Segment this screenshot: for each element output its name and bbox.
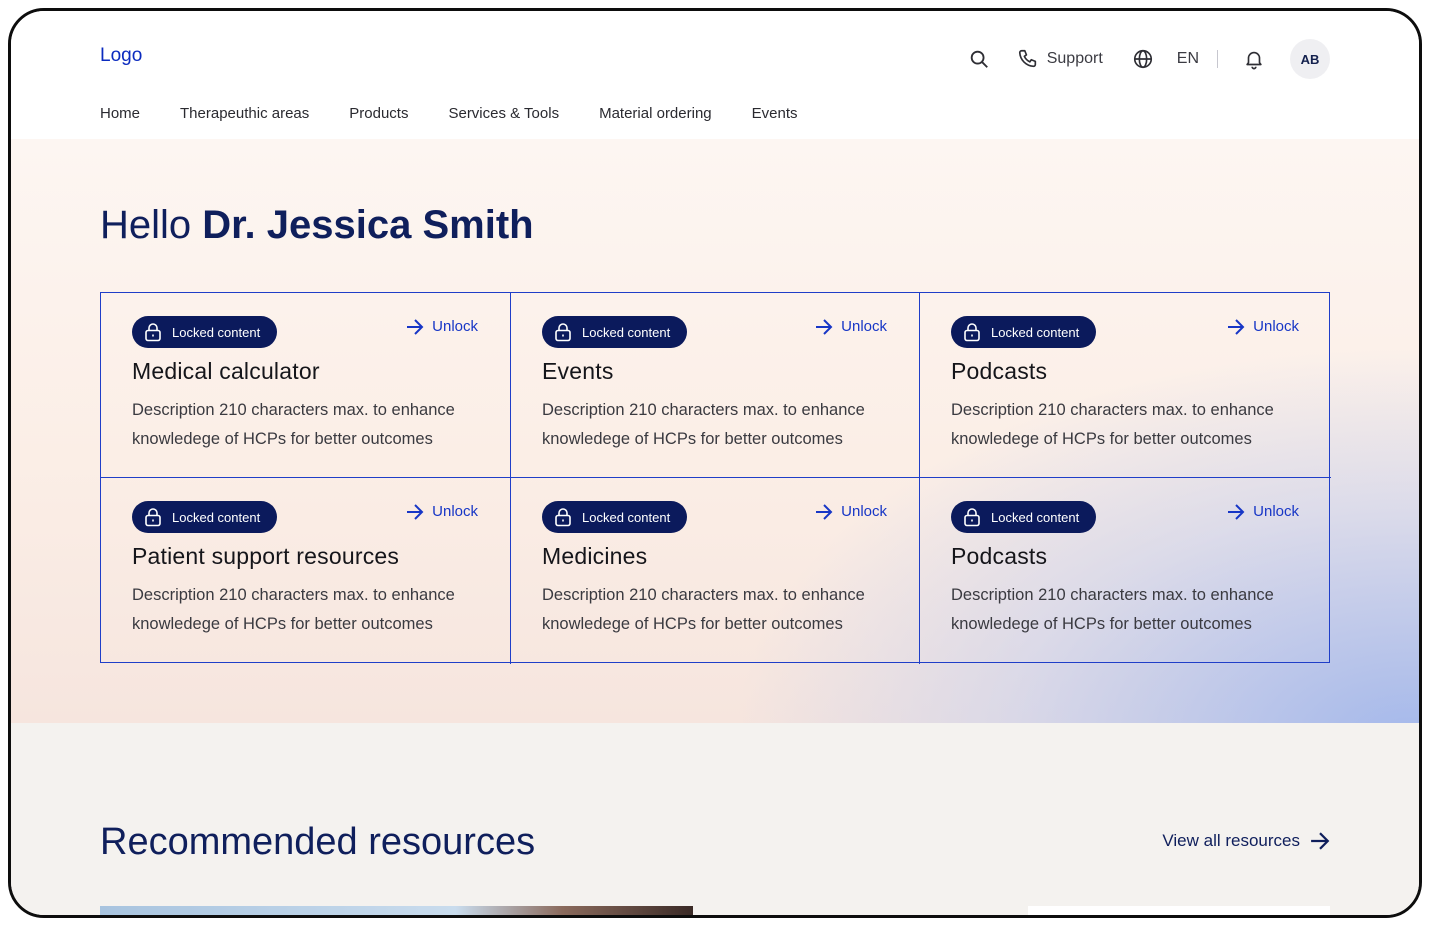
browser-frame: Logo Support EN AB Home Therapeuthic are…	[8, 8, 1422, 918]
lock-icon	[555, 323, 571, 342]
arrow-right-icon	[407, 503, 424, 520]
unlock-label: Unlock	[1253, 318, 1299, 335]
locked-content-grid: Locked content Unlock Medical calculator…	[100, 292, 1331, 664]
unlock-link[interactable]: Unlock	[815, 318, 887, 335]
nav-item-therapeutic-areas[interactable]: Therapeuthic areas	[180, 105, 309, 122]
content-card: Locked content Unlock Patient support re…	[101, 478, 511, 664]
main-nav: Home Therapeuthic areas Products Service…	[100, 105, 798, 122]
site-header: Logo Support EN AB Home Therapeuthic are…	[11, 11, 1419, 139]
locked-badge-label: Locked content	[172, 324, 261, 340]
logo-link[interactable]: Logo	[100, 45, 142, 67]
language-selector[interactable]: EN	[1177, 50, 1199, 68]
arrow-right-icon	[816, 503, 833, 520]
unlock-link[interactable]: Unlock	[1227, 503, 1299, 520]
resource-card-image[interactable]	[1028, 906, 1330, 915]
locked-badge: Locked content	[132, 501, 278, 533]
content-card: Locked content Unlock Podcasts Descripti…	[920, 293, 1331, 478]
lock-icon	[145, 508, 161, 527]
unlock-label: Unlock	[841, 503, 887, 520]
arrow-right-icon	[407, 318, 424, 335]
card-title: Medicines	[542, 543, 648, 569]
support-label: Support	[1046, 50, 1103, 67]
nav-item-events[interactable]: Events	[752, 105, 798, 122]
unlock-link[interactable]: Unlock	[406, 318, 478, 335]
arrow-right-icon	[1311, 832, 1330, 850]
recommended-section: Recommended resources View all resources	[11, 723, 1419, 915]
bell-icon	[1246, 51, 1262, 70]
card-description: Description 210 characters max. to enhan…	[951, 401, 1274, 448]
unlock-link[interactable]: Unlock	[815, 503, 887, 520]
language-globe-button[interactable]	[1125, 41, 1161, 77]
search-button[interactable]	[961, 41, 997, 77]
recommended-title: Recommended resources	[100, 821, 536, 863]
lock-icon	[964, 323, 980, 342]
nav-item-products[interactable]: Products	[349, 105, 408, 122]
locked-badge-label: Locked content	[582, 509, 671, 525]
lock-icon	[145, 323, 161, 342]
hero-section: Hello Dr. Jessica Smith Locked content U…	[11, 139, 1419, 723]
unlock-label: Unlock	[841, 318, 887, 335]
arrow-right-icon	[816, 318, 833, 335]
content-card: Locked content Unlock Events Description…	[511, 293, 920, 478]
content-card: Locked content Unlock Podcasts Descripti…	[920, 478, 1331, 664]
greeting-prefix: Hello	[100, 203, 192, 247]
locked-badge-label: Locked content	[582, 324, 671, 340]
phone-icon	[1018, 49, 1036, 68]
locked-badge: Locked content	[542, 316, 688, 348]
lock-icon	[964, 508, 980, 527]
unlock-label: Unlock	[1253, 503, 1299, 520]
card-title: Patient support resources	[132, 543, 400, 569]
globe-icon	[1133, 49, 1152, 69]
card-description: Description 210 characters max. to enhan…	[951, 586, 1274, 633]
locked-badge: Locked content	[542, 501, 688, 533]
card-description: Description 210 characters max. to enhan…	[132, 586, 455, 633]
content-card: Locked content Unlock Medical calculator…	[101, 293, 511, 478]
view-all-label: View all resources	[1162, 831, 1300, 850]
arrow-right-icon	[1228, 318, 1245, 335]
locked-badge-label: Locked content	[172, 509, 261, 525]
card-title: Events	[542, 358, 614, 384]
view-all-resources-link[interactable]: View all resources	[1162, 831, 1330, 851]
nav-item-home[interactable]: Home	[100, 105, 140, 122]
arrow-right-icon	[1228, 503, 1245, 520]
search-icon	[970, 50, 988, 68]
locked-badge: Locked content	[951, 501, 1097, 533]
locked-badge: Locked content	[132, 316, 278, 348]
locked-badge-label: Locked content	[991, 324, 1080, 340]
unlock-label: Unlock	[432, 318, 478, 335]
avatar[interactable]: AB	[1290, 39, 1330, 79]
lock-icon	[555, 508, 571, 527]
locked-badge: Locked content	[951, 316, 1097, 348]
unlock-link[interactable]: Unlock	[1227, 318, 1299, 335]
utility-bar: Support EN AB	[961, 37, 1330, 81]
card-title: Medical calculator	[132, 358, 320, 384]
card-title: Podcasts	[951, 358, 1048, 384]
card-description: Description 210 characters max. to enhan…	[132, 401, 455, 448]
page-title: Hello Dr. Jessica Smith	[100, 203, 534, 248]
user-name: Dr. Jessica Smith	[202, 203, 534, 247]
support-link[interactable]: Support	[1017, 48, 1103, 70]
content-card: Locked content Unlock Medicines Descript…	[511, 478, 920, 664]
unlock-link[interactable]: Unlock	[406, 503, 478, 520]
unlock-label: Unlock	[432, 503, 478, 520]
card-description: Description 210 characters max. to enhan…	[542, 586, 865, 633]
notifications-button[interactable]	[1236, 41, 1272, 77]
nav-item-services-tools[interactable]: Services & Tools	[448, 105, 559, 122]
divider	[1217, 50, 1218, 68]
card-description: Description 210 characters max. to enhan…	[542, 401, 865, 448]
resource-card-image[interactable]	[100, 906, 693, 915]
nav-item-material-ordering[interactable]: Material ordering	[599, 105, 712, 122]
card-title: Podcasts	[951, 543, 1048, 569]
locked-badge-label: Locked content	[991, 509, 1080, 525]
